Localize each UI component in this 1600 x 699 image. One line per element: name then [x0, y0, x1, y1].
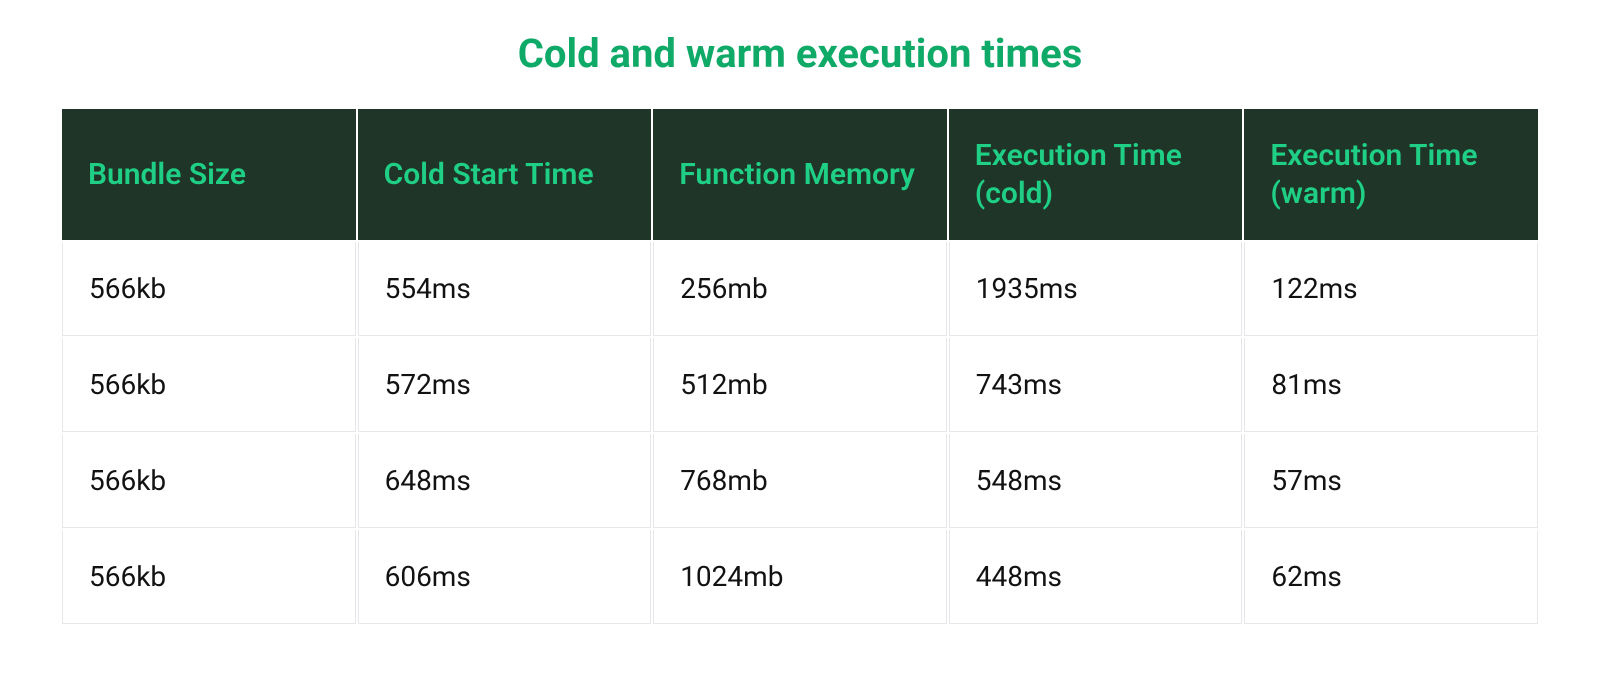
column-header-cold-start-time: Cold Start Time: [358, 109, 652, 240]
cell-bundle-size: 566kb: [62, 434, 356, 528]
table-header-row: Bundle Size Cold Start Time Function Mem…: [62, 109, 1538, 240]
cell-execution-time-warm: 81ms: [1244, 338, 1538, 432]
cell-execution-time-warm: 57ms: [1244, 434, 1538, 528]
cell-execution-time-cold: 448ms: [949, 530, 1243, 624]
table-row: 566kb 606ms 1024mb 448ms 62ms: [62, 530, 1538, 624]
cell-cold-start-time: 648ms: [358, 434, 652, 528]
cell-bundle-size: 566kb: [62, 242, 356, 336]
execution-times-table: Bundle Size Cold Start Time Function Mem…: [60, 107, 1540, 626]
cell-bundle-size: 566kb: [62, 530, 356, 624]
cell-bundle-size: 566kb: [62, 338, 356, 432]
cell-execution-time-warm: 122ms: [1244, 242, 1538, 336]
cell-function-memory: 512mb: [653, 338, 947, 432]
table-row: 566kb 554ms 256mb 1935ms 122ms: [62, 242, 1538, 336]
cell-function-memory: 256mb: [653, 242, 947, 336]
cell-function-memory: 1024mb: [653, 530, 947, 624]
cell-cold-start-time: 606ms: [358, 530, 652, 624]
table-row: 566kb 572ms 512mb 743ms 81ms: [62, 338, 1538, 432]
column-header-function-memory: Function Memory: [653, 109, 947, 240]
column-header-execution-time-cold: Execution Time (cold): [949, 109, 1243, 240]
cell-execution-time-cold: 1935ms: [949, 242, 1243, 336]
cell-execution-time-warm: 62ms: [1244, 530, 1538, 624]
cell-cold-start-time: 572ms: [358, 338, 652, 432]
cell-execution-time-cold: 548ms: [949, 434, 1243, 528]
column-header-execution-time-warm: Execution Time (warm): [1244, 109, 1538, 240]
cell-function-memory: 768mb: [653, 434, 947, 528]
cell-cold-start-time: 554ms: [358, 242, 652, 336]
cell-execution-time-cold: 743ms: [949, 338, 1243, 432]
column-header-bundle-size: Bundle Size: [62, 109, 356, 240]
page-title: Cold and warm execution times: [60, 30, 1540, 77]
table-row: 566kb 648ms 768mb 548ms 57ms: [62, 434, 1538, 528]
